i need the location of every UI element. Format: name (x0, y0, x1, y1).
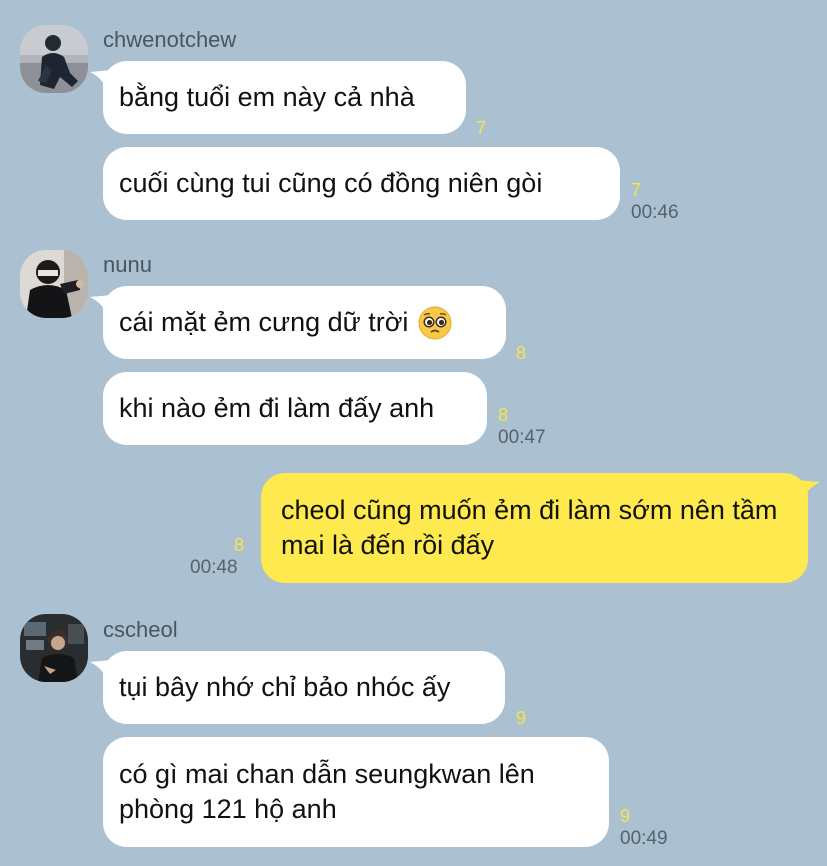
message-bubble[interactable]: cuối cùng tui cũng có đồng niên gòi (103, 147, 620, 220)
unread-count: 7 (631, 180, 642, 200)
unread-count: 8 (498, 405, 509, 425)
message-timestamp: 00:46 (631, 202, 679, 223)
bubble-tail (796, 480, 820, 500)
sender-name: chwenotchew (103, 27, 237, 52)
message-text: cuối cùng tui cũng có đồng niên gòi (119, 168, 543, 198)
unread-count: 9 (516, 708, 527, 728)
sender-name: cscheol (103, 617, 178, 642)
unread-count: 9 (620, 806, 631, 826)
bubble-tail (90, 295, 112, 313)
bubble-tail (90, 660, 112, 678)
message-text: bằng tuổi em này cả nhà (119, 82, 415, 112)
chat-message-area[interactable]: chwenotchew bằng tuổi em này cả nhà 7 cu… (0, 0, 827, 866)
message-text: có gì mai chan dẫn seungkwan lên phòng 1… (119, 759, 535, 824)
message-text: cheol cũng muốn ẻm đi làm sớm nên tầm ma… (281, 495, 778, 560)
message-text: khi nào ẻm đi làm đấy anh (119, 393, 435, 423)
sender-name: nunu (103, 252, 152, 277)
message-text: tụi bây nhớ chỉ bảo nhóc ấy (119, 672, 451, 702)
message-bubble[interactable]: tụi bây nhớ chỉ bảo nhóc ấy (103, 651, 505, 724)
unread-count: 7 (476, 118, 487, 138)
message-timestamp: 00:47 (498, 427, 546, 448)
nunu-avatar[interactable] (20, 250, 88, 318)
cscheol-avatar[interactable] (20, 614, 88, 682)
unread-count: 8 (516, 343, 527, 363)
pleading-face-emoji (418, 306, 452, 339)
unread-count: 8 (234, 535, 245, 555)
bubble-tail (90, 70, 112, 88)
message-timestamp: 00:49 (620, 828, 668, 849)
my-message-bubble[interactable]: cheol cũng muốn ẻm đi làm sớm nên tầm ma… (261, 473, 808, 583)
message-bubble[interactable]: có gì mai chan dẫn seungkwan lên phòng 1… (103, 737, 609, 847)
message-bubble[interactable]: bằng tuổi em này cả nhà (103, 61, 466, 134)
message-bubble[interactable]: cái mặt ẻm cưng dữ trời (103, 286, 506, 359)
message-text: cái mặt ẻm cưng dữ trời (119, 307, 409, 337)
message-timestamp: 00:48 (190, 557, 238, 578)
chwenotchew-avatar[interactable] (20, 25, 88, 93)
message-bubble[interactable]: khi nào ẻm đi làm đấy anh (103, 372, 487, 445)
